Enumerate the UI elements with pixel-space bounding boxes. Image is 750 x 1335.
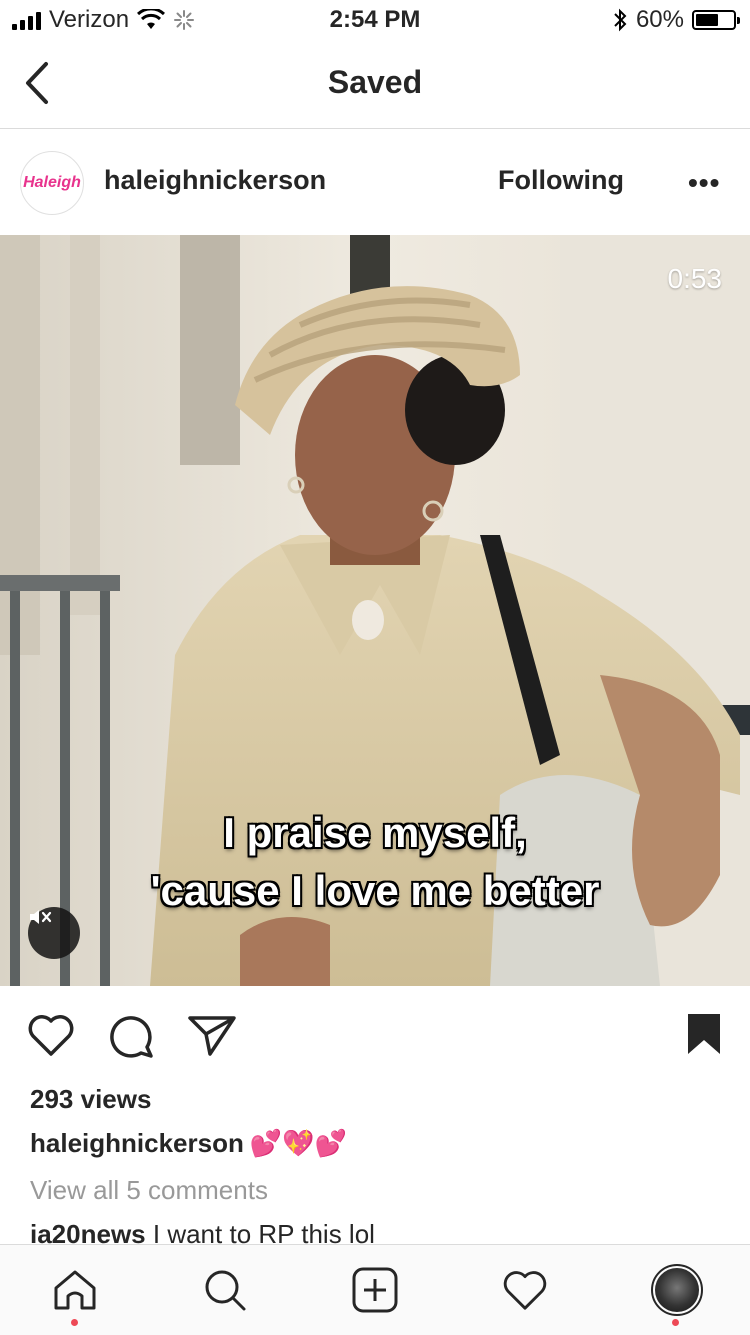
home-notification-dot <box>71 1319 78 1326</box>
caption-text: 💕💖💕 <box>249 1128 347 1158</box>
view-all-comments-link[interactable]: View all 5 comments <box>30 1175 268 1206</box>
bottom-tab-bar <box>0 1244 750 1335</box>
post-video[interactable]: 0:53 I praise myself, 'cause I love me b… <box>0 235 750 986</box>
author-username[interactable]: haleighnickerson <box>104 165 326 196</box>
battery-icon <box>692 10 740 30</box>
post-caption: haleighnickerson 💕💖💕 <box>30 1128 347 1159</box>
share-button[interactable] <box>186 1012 238 1063</box>
comment-bubble-icon <box>110 1016 153 1058</box>
more-options-icon[interactable]: ••• <box>688 167 720 199</box>
video-duration: 0:53 <box>667 263 723 294</box>
page-title: Saved <box>327 64 423 100</box>
comment-preview: ia20news I want to RP this lol <box>30 1219 375 1244</box>
battery-level <box>696 14 718 26</box>
home-icon <box>54 1270 96 1310</box>
new-post-icon <box>352 1267 398 1313</box>
activity-heart-icon <box>503 1271 547 1310</box>
bluetooth-icon <box>614 8 627 32</box>
post-header: Haleigh haleighnickerson Following ••• <box>0 129 750 235</box>
video-subtitle-line-2: 'cause I love me better <box>150 867 600 914</box>
battery-percent: 60% <box>635 6 684 33</box>
status-right: 60% <box>612 6 740 34</box>
search-icon <box>205 1270 246 1311</box>
mute-toggle-button[interactable] <box>28 907 80 959</box>
author-avatar[interactable]: Haleigh <box>20 151 84 215</box>
profile-avatar <box>651 1264 703 1316</box>
like-button[interactable] <box>26 1012 76 1063</box>
bookmark-filled-icon <box>688 1014 720 1054</box>
tab-activity[interactable] <box>500 1265 550 1315</box>
tab-profile[interactable] <box>650 1263 704 1317</box>
comment-username[interactable]: ia20news <box>30 1219 146 1244</box>
tab-search[interactable] <box>200 1265 250 1315</box>
comment-text: I want to RP this lol <box>152 1219 375 1244</box>
status-bar: Verizon 2:54 PM 60% <box>0 0 750 40</box>
following-button[interactable]: Following <box>498 165 624 196</box>
speaker-muted-icon <box>30 910 52 924</box>
post-actions <box>0 986 750 1082</box>
profile-notification-dot <box>672 1319 679 1326</box>
comment-button[interactable] <box>106 1012 156 1065</box>
paper-plane-icon <box>188 1016 236 1056</box>
navigation-bar: Saved <box>0 40 750 129</box>
avatar-logo-text: Haleigh <box>23 174 81 191</box>
save-button[interactable] <box>686 1012 722 1061</box>
view-count: 293 views <box>30 1084 152 1114</box>
video-subtitle-line-1: I praise myself, <box>223 809 527 856</box>
heart-icon <box>28 1015 74 1056</box>
caption-username[interactable]: haleighnickerson <box>30 1128 244 1159</box>
tab-new-post[interactable] <box>350 1265 400 1315</box>
tab-home[interactable] <box>50 1265 100 1315</box>
